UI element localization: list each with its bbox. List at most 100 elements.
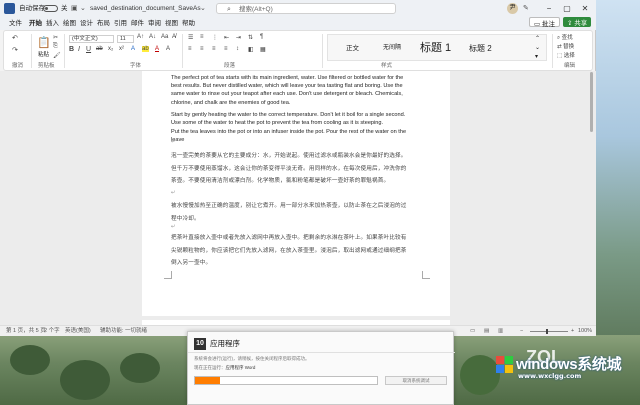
shrink-font-icon[interactable]: A↓ — [149, 34, 156, 40]
styles-scroll-up-icon[interactable]: ⌃ — [535, 35, 540, 44]
bullets-icon[interactable]: ☰ — [188, 34, 193, 41]
search-box[interactable]: ⌕ 搜索(Alt+Q) — [216, 3, 396, 14]
select-button[interactable]: ⬚ 选择 — [557, 51, 575, 59]
shading-icon[interactable]: ◧ — [248, 46, 254, 53]
language[interactable]: 英语(美国) — [65, 326, 91, 337]
font-size-select[interactable]: 11 — [117, 35, 134, 43]
increase-indent-icon[interactable]: ⇥ — [236, 34, 241, 41]
style-no-spacing[interactable]: 无间隔 — [383, 35, 401, 62]
tab-layout[interactable]: 布局 — [97, 17, 110, 30]
italic-icon[interactable]: I — [78, 46, 80, 53]
paragraph-english-2: Start by gently heating the water to the… — [171, 112, 406, 127]
paste-icon[interactable]: 📋 — [37, 36, 51, 49]
zoom-in-icon[interactable]: + — [571, 326, 574, 337]
tab-view[interactable]: 视图 — [165, 17, 178, 30]
strikethrough-icon[interactable]: ab — [96, 46, 103, 52]
zoom-out-icon[interactable]: − — [520, 326, 523, 337]
page-count[interactable]: 第 1 页，共 5 页 — [6, 326, 46, 337]
autosave-toggle[interactable] — [43, 5, 58, 12]
tab-file[interactable]: 文件 — [9, 17, 22, 30]
watermark-url: www.wxclgg.com — [518, 372, 582, 380]
redo-icon[interactable]: ↷ — [12, 46, 18, 54]
tab-references[interactable]: 引用 — [114, 17, 127, 30]
style-normal[interactable]: 正文 — [346, 35, 359, 62]
style-heading-1[interactable]: 标题 1 — [420, 35, 451, 62]
vertical-scrollbar[interactable] — [590, 72, 593, 132]
paragraph-chinese-3: 把茶叶直接放入壶中或者先放入滤网中再放入壶中。把剩余的水淋在茶叶上。如果茶叶比较… — [171, 235, 407, 267]
multilevel-list-icon[interactable]: ⋮ — [212, 34, 218, 41]
replace-button[interactable]: ⇄ 替换 — [557, 42, 574, 50]
maximize-button[interactable]: ▢ — [558, 0, 576, 17]
superscript-icon[interactable]: x² — [119, 46, 124, 52]
avatar[interactable]: 尹 — [507, 3, 518, 14]
document-page[interactable]: The perfect pot of tea starts with its m… — [142, 71, 450, 316]
tab-help[interactable]: 帮助 — [182, 17, 195, 30]
focus-icon[interactable]: ▭ — [470, 326, 475, 337]
grow-font-icon[interactable]: A↑ — [137, 34, 144, 40]
change-case-icon[interactable]: Aa — [161, 34, 168, 40]
share-label: 共享 — [574, 20, 588, 27]
share-button[interactable]: ⇪ 共享 — [563, 17, 592, 27]
paste-label: 粘贴 — [38, 52, 50, 58]
divider — [31, 34, 32, 68]
justify-icon[interactable]: ≡ — [224, 46, 228, 52]
zoom-level[interactable]: 100% — [578, 326, 592, 337]
close-button[interactable]: ✕ — [576, 0, 594, 17]
borders-icon[interactable]: ▦ — [260, 46, 266, 53]
tab-mailings[interactable]: 邮件 — [131, 17, 144, 30]
styles-gallery: 正文 无间隔 标题 1 标题 2 ⌃ ⌄ ▾ — [327, 34, 547, 61]
accessibility-status[interactable]: 辅助功能: 一切就绪 — [100, 326, 147, 337]
sort-icon[interactable]: ⇅ — [248, 34, 253, 41]
cut-icon[interactable]: ✂ — [53, 34, 58, 41]
style-heading-2[interactable]: 标题 2 — [469, 35, 492, 62]
text-effects-icon[interactable]: A — [131, 46, 135, 52]
title-bar: 自动保存 关 ▣ ⌄ saved_destination_document_Sa… — [0, 0, 596, 17]
customize-icon[interactable]: ⌄ — [80, 0, 86, 17]
paragraph-mark: ↵ — [171, 190, 176, 196]
group-label-undo: 撤消 — [12, 63, 24, 69]
tab-design[interactable]: 设计 — [80, 17, 93, 30]
word-window: 自动保存 关 ▣ ⌄ saved_destination_document_Sa… — [0, 0, 596, 336]
bold-icon[interactable]: B — [69, 46, 74, 53]
styles-more-icon[interactable]: ▾ — [535, 53, 538, 62]
character-shading-icon[interactable]: A — [166, 46, 170, 52]
dialog-logo: 10 — [194, 338, 206, 350]
brand-watermark: windows系统城 www.wxclgg.com — [496, 348, 636, 400]
print-layout-icon[interactable]: ▤ — [484, 326, 489, 337]
zoom-slider[interactable] — [530, 331, 568, 332]
align-center-icon[interactable]: ≡ — [200, 46, 204, 52]
toggle-state: 关 — [61, 5, 68, 12]
copy-icon[interactable]: ⎘ — [53, 43, 58, 50]
subscript-icon[interactable]: x₂ — [108, 46, 113, 52]
web-layout-icon[interactable]: ▥ — [498, 326, 503, 337]
align-right-icon[interactable]: ≡ — [212, 46, 216, 52]
zoom-slider-knob[interactable] — [546, 329, 548, 334]
highlight-icon[interactable]: ab — [142, 46, 149, 52]
find-button[interactable]: ⌕ 查找 — [557, 33, 573, 42]
show-marks-icon[interactable]: ¶ — [260, 34, 263, 40]
document-name: saved_destination_document_SaveAs — [90, 5, 201, 12]
numbering-icon[interactable]: ≡ — [200, 34, 204, 40]
progress-fill — [195, 377, 221, 384]
format-painter-icon[interactable]: 🖌 — [53, 52, 61, 59]
undo-icon[interactable]: ↶ — [12, 34, 18, 42]
font-name-select[interactable]: (中文正文) — [69, 35, 114, 43]
font-color-icon[interactable]: A — [155, 46, 159, 52]
styles-scroll-down-icon[interactable]: ⌄ — [535, 44, 540, 53]
comments-button[interactable]: ▭ 批注 — [529, 17, 560, 28]
align-left-icon[interactable]: ≡ — [188, 46, 192, 52]
tab-review[interactable]: 审阅 — [148, 17, 161, 30]
line-spacing-icon[interactable]: ↕ — [236, 46, 239, 52]
decrease-indent-icon[interactable]: ⇤ — [224, 34, 229, 41]
minimize-button[interactable]: − — [540, 0, 558, 17]
save-icon[interactable]: ▣ — [71, 0, 78, 17]
pen-icon[interactable]: ✎ — [523, 0, 529, 17]
windows-logo-icon — [496, 356, 514, 374]
cancel-button[interactable]: 取消系统调试 — [385, 376, 447, 385]
doc-dropdown-icon[interactable]: ⌄ — [200, 0, 206, 17]
clear-format-icon[interactable]: A̸ — [172, 34, 176, 40]
tab-draw[interactable]: 绘图 — [63, 17, 76, 30]
tab-insert[interactable]: 插入 — [46, 17, 59, 30]
underline-icon[interactable]: U — [86, 46, 91, 53]
word-count[interactable]: 2 个字 — [44, 326, 60, 337]
